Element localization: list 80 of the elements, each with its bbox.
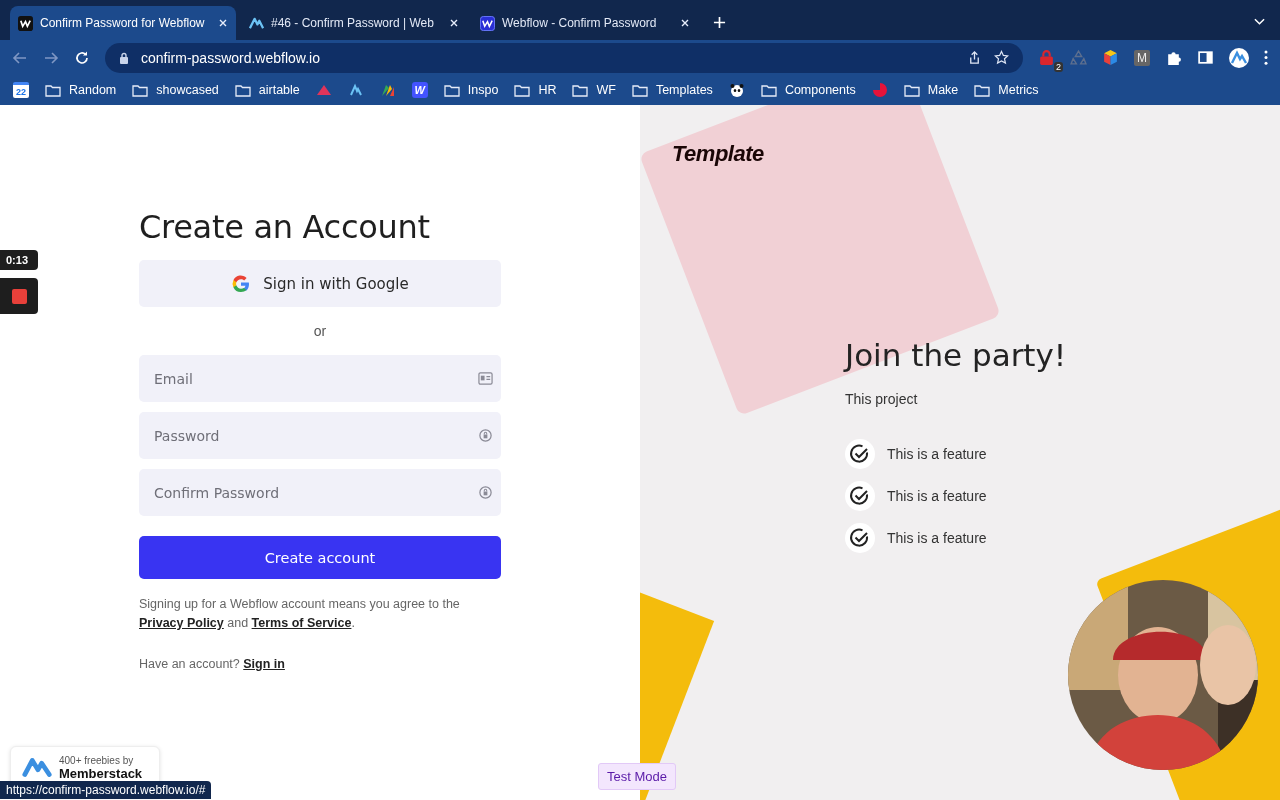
check-circle-icon (845, 481, 875, 511)
profile-avatar-icon[interactable] (1229, 47, 1249, 68)
bookmark-folder[interactable]: Make (903, 83, 959, 97)
browser-tab[interactable]: #46 - Confirm Password | Web (241, 6, 467, 40)
folder-icon (443, 83, 460, 97)
test-mode-badge: Test Mode (598, 763, 676, 790)
google-icon (231, 273, 252, 294)
lock-icon (119, 51, 129, 64)
check-circle-icon (845, 439, 875, 469)
create-account-button[interactable]: Create account (139, 536, 501, 579)
recording-timer: 0:13 (0, 250, 38, 270)
bookmark-folder[interactable]: Inspo (443, 83, 499, 97)
webflow-bookmark[interactable]: W (411, 82, 428, 98)
privacy-policy-link[interactable]: Privacy Policy (139, 616, 224, 630)
folder-icon (234, 83, 251, 97)
mountain-logo-icon (249, 15, 264, 31)
share-icon[interactable] (967, 50, 982, 65)
memberstack-logo-icon (21, 755, 53, 779)
feature-text: This is a feature (887, 446, 987, 462)
browser-tab[interactable]: Webflow - Confirm Password (472, 6, 698, 40)
contact-card-icon (478, 371, 493, 386)
folder-icon (903, 83, 920, 97)
extension-button[interactable]: M (1134, 49, 1150, 66)
extension-badge: 2 (1054, 62, 1063, 72)
bookmark-folder[interactable]: WF (572, 83, 616, 97)
promo-heading: Join the party! (845, 337, 1067, 373)
chevron-down-icon[interactable] (1254, 18, 1265, 26)
badge-brand: Memberstack (59, 766, 143, 781)
bookmark-folder[interactable]: Components (760, 83, 856, 97)
forward-icon[interactable] (43, 49, 59, 66)
folder-icon (631, 83, 648, 97)
folder-icon (572, 83, 589, 97)
stop-recording-button[interactable] (0, 278, 38, 314)
mountain-bookmark-icon[interactable] (347, 82, 364, 98)
close-icon[interactable] (218, 18, 228, 28)
divider-text: or (312, 323, 328, 339)
bookmark-folder[interactable]: HR (514, 83, 557, 97)
promo-text: This project (845, 391, 919, 407)
folder-icon (974, 83, 991, 97)
new-tab-icon[interactable] (713, 16, 726, 29)
panda-icon[interactable] (728, 82, 745, 98)
cube-icon[interactable] (1102, 49, 1119, 66)
menu-icon[interactable] (1264, 50, 1268, 65)
reload-icon[interactable] (74, 49, 90, 66)
close-icon[interactable] (449, 18, 459, 28)
address-bar[interactable]: confirm-password.webflow.io (105, 42, 1023, 73)
input-field[interactable]: Password (139, 412, 501, 459)
folder-icon (45, 83, 61, 97)
close-icon[interactable] (680, 18, 690, 28)
bookmark-folder[interactable]: airtable (234, 83, 300, 97)
feature-text: This is a feature (887, 488, 987, 504)
check-circle-icon (845, 523, 875, 553)
signin-link[interactable]: Sign in (243, 657, 285, 671)
key-icon (478, 428, 493, 443)
bookmark-folder[interactable]: Random (45, 83, 117, 97)
bookmark-folder[interactable]: Templates (631, 83, 713, 97)
folder-icon (132, 83, 149, 97)
input-field[interactable]: Confirm Password (139, 469, 501, 516)
status-url-tooltip: https://confirm-password.webflow.io/# (0, 781, 212, 799)
logo: Template (672, 141, 764, 167)
feature-text: This is a feature (887, 530, 987, 546)
webflow-logo-icon (18, 15, 33, 31)
back-icon[interactable] (12, 49, 28, 66)
key-icon (478, 485, 493, 500)
sidebar-icon[interactable] (1197, 49, 1214, 66)
folder-icon (760, 83, 777, 97)
page-title: Create an Account (139, 208, 430, 246)
input-field[interactable]: Email (139, 355, 501, 402)
terms-text: Signing up for a Webflow account means you agree to the Privacy Policy and Terms of Service. (139, 596, 461, 632)
browser-tab[interactable]: Confirm Password for Webflow (10, 6, 236, 40)
puzzle-icon[interactable] (1165, 49, 1182, 66)
bookmark-folder[interactable]: Metrics (974, 83, 1039, 97)
star-icon[interactable] (994, 50, 1009, 65)
bookmark-folder[interactable]: showcased (132, 83, 219, 97)
signin-prompt: Have an account? Sign in (139, 657, 285, 671)
calendar-bookmark[interactable]: 22 (13, 82, 29, 98)
webflow-logo-icon (480, 15, 495, 31)
badge-tagline: 400+ freebies by (59, 755, 135, 766)
google-signin-button[interactable]: Sign in with Google (139, 260, 501, 307)
folder-icon (514, 83, 531, 97)
